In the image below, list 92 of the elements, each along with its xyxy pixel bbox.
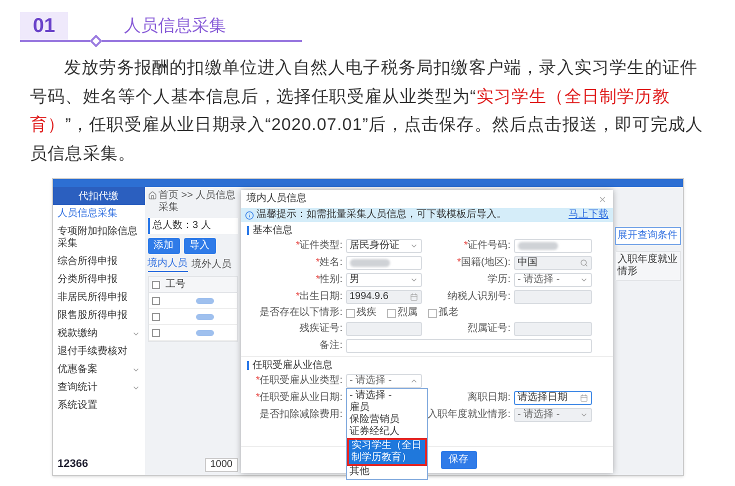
breadcrumb: 首页 >> 人员信息采集 (158, 190, 237, 214)
field-label: 残疾证号: (298, 323, 342, 335)
field-label: *性别: (314, 274, 342, 286)
dropdown-option[interactable]: 证券经纪人 (346, 426, 426, 438)
field-label: 是否存在以下情形: (258, 307, 342, 319)
checkbox[interactable] (152, 280, 160, 288)
section-heading: 任职受雇从业信息 (252, 360, 332, 372)
dropdown-option[interactable]: 其他 (346, 466, 426, 478)
select-field[interactable]: - 请选择 - (514, 273, 592, 287)
notice-text: 温馨提示：如需批量采集人员信息，可下载模板后导入。 (256, 209, 506, 221)
info-icon (244, 210, 254, 220)
sidebar-item[interactable]: 综合所得申报 (52, 253, 144, 271)
remark-field[interactable] (346, 339, 592, 353)
field-label: 是否扣除减除费用: (258, 409, 342, 421)
section-number: 01 (20, 12, 68, 40)
field-label: *出生日期: (294, 291, 342, 303)
column-header: 入职年度就业情形 (614, 251, 680, 281)
checkbox[interactable] (152, 312, 160, 320)
sidebar-item[interactable]: 限售股所得申报 (52, 307, 144, 325)
field-label: *姓名: (314, 257, 342, 269)
calendar-icon (580, 394, 588, 402)
chevron-icon (132, 384, 140, 392)
sidebar-item[interactable]: 查询统计 (52, 379, 144, 397)
sidebar-item[interactable]: 专项附加扣除信息采集 (52, 223, 144, 253)
field-label: 纳税人识别号: (446, 291, 510, 303)
chevron-icon (410, 242, 418, 250)
field-label: 入职年度就业情形: (426, 409, 510, 421)
checkbox[interactable] (346, 308, 354, 318)
redaction-blur (518, 242, 558, 250)
field-label: *任职受雇从业日期: (254, 392, 342, 404)
select-field[interactable]: 居民身份证 (346, 239, 422, 253)
redaction-blur (196, 314, 214, 320)
chevron-icon (410, 276, 418, 284)
dropdown-option[interactable]: - 请选择 - (346, 390, 426, 402)
tab[interactable]: 境内人员 (148, 258, 188, 272)
toolbar-button[interactable]: 导入 (184, 238, 216, 254)
section-heading: 基本信息 (252, 224, 292, 236)
redaction-blur (196, 298, 214, 304)
section-title: 人员信息采集 (124, 14, 226, 36)
sidebar-item[interactable]: 系统设置 (52, 397, 144, 415)
save-button[interactable]: 保存 (440, 451, 476, 469)
total-count: 总人数：3 人 (148, 218, 238, 234)
field-label: 烈属证号: (466, 323, 510, 335)
sidebar-item[interactable]: 分类所得申报 (52, 271, 144, 289)
field-label: *证件号码: (462, 240, 510, 252)
page-size-field[interactable]: 1000 (205, 458, 238, 472)
chevron-icon (410, 377, 418, 385)
checkbox[interactable] (152, 328, 160, 336)
hotline-logo: 12366 (56, 456, 90, 472)
field-label: *证件类型: (294, 240, 342, 252)
checkbox[interactable] (152, 296, 160, 304)
checkbox-label: 孤老 (438, 307, 458, 319)
checkbox-label: 烈属 (398, 307, 418, 319)
sidebar-item[interactable]: 非居民所得申报 (52, 289, 144, 307)
field-label: *国籍(地区): (456, 257, 510, 269)
select-field[interactable]: 男 (346, 273, 422, 287)
checkbox[interactable] (386, 308, 396, 318)
checkbox[interactable] (428, 308, 436, 318)
sidebar-item[interactable]: 人员信息采集 (52, 205, 144, 223)
calendar-icon (410, 293, 418, 301)
sidebar-title: 代扣代缴 (52, 187, 144, 205)
field-label: *任职受雇从业类型: (254, 375, 342, 387)
checkbox-label: 残疾 (356, 307, 376, 319)
field-label: 学历: (486, 274, 510, 286)
intro-paragraph: 发放劳务报酬的扣缴单位进入自然人电子税务局扣缴客户端，录入实习学生的证件号码、姓名等个人基本信息后，选择任职受雇从业类型为“实习学生（全日制学历教育）”，任职受雇从业日期录入“2020.07.01”后，点击保存。然后点击报送，即可完成人员信息采集。 (29, 57, 704, 164)
dropdown-option[interactable]: 实习学生（全日制学历教育） (346, 438, 426, 466)
sidebar-item[interactable]: 退付手续费核对 (52, 343, 144, 361)
select-field[interactable]: - 请选择 - (346, 374, 422, 388)
dialog-title: 境内人员信息 (246, 193, 306, 205)
close-icon[interactable] (598, 194, 606, 204)
sidebar-item[interactable]: 税款缴纳 (52, 325, 144, 343)
tab[interactable]: 境外人员 (192, 258, 232, 272)
date-field[interactable]: 请选择日期 (514, 391, 592, 405)
redaction-blur (350, 259, 390, 267)
field-label: 备注: (318, 340, 342, 352)
search-icon (580, 259, 588, 267)
home-icon (148, 191, 156, 200)
dropdown-option[interactable]: 保险营销员 (346, 414, 426, 426)
chevron-icon (580, 411, 588, 419)
redaction-blur (196, 330, 214, 336)
sidebar-item[interactable]: 优惠备案 (52, 361, 144, 379)
chevron-icon (132, 330, 140, 338)
download-link[interactable]: 马上下载 (568, 209, 608, 221)
input-field[interactable] (346, 256, 422, 270)
toolbar-button[interactable]: 添加 (148, 238, 180, 254)
dropdown-option[interactable]: 雇员 (346, 402, 426, 414)
expand-query-button[interactable]: 展开查询条件 (614, 227, 680, 245)
column-header: 工号 (166, 278, 186, 290)
chevron-icon (132, 366, 140, 374)
field-label: 离职日期: (466, 392, 510, 404)
input-field[interactable] (514, 239, 592, 253)
chevron-icon (580, 276, 588, 284)
